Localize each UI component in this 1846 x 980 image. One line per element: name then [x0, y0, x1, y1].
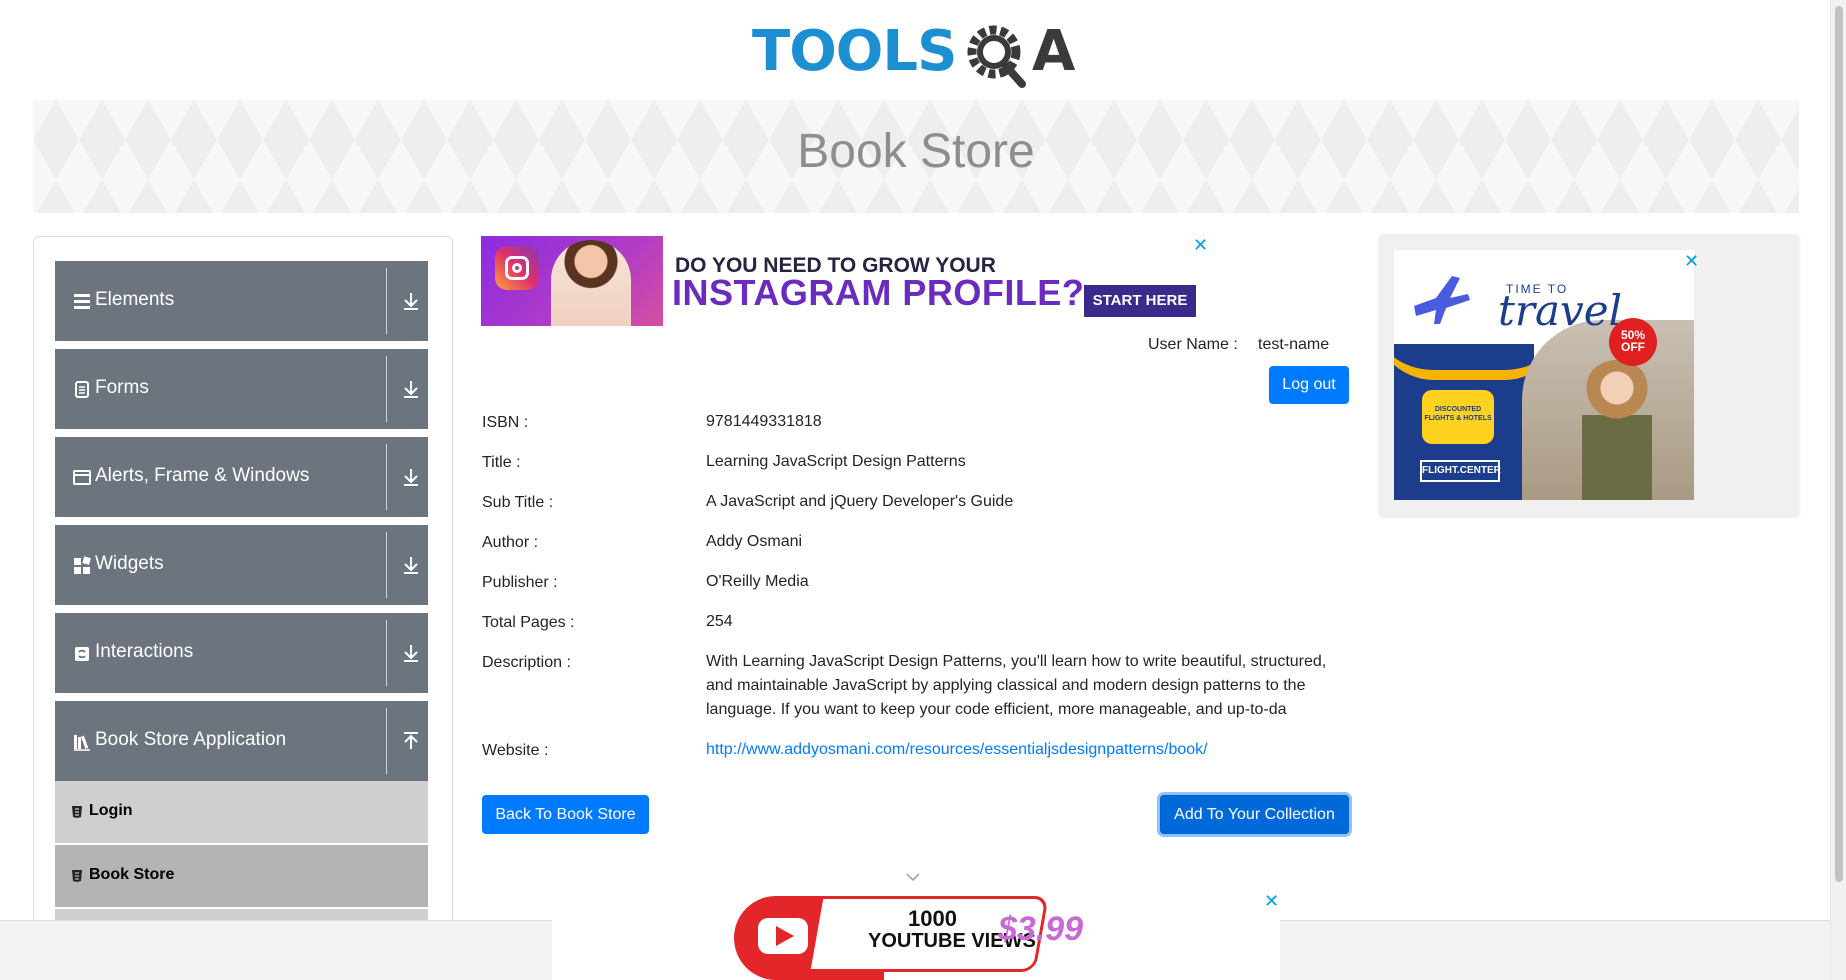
- download-arrow-icon: [404, 381, 418, 398]
- hamburger-icon: [74, 294, 90, 309]
- download-arrow-icon: [404, 293, 418, 310]
- username-label: User Name :: [1148, 336, 1238, 353]
- airplane-icon: [1414, 276, 1470, 324]
- menu-group-interactions[interactable]: Interactions: [55, 613, 428, 693]
- close-icon[interactable]: ✕: [1684, 252, 1699, 270]
- youtube-views-ad[interactable]: 1000 YOUTUBE VIEWS $3.99 ✕: [552, 888, 1280, 980]
- ad-travel: travel: [1498, 286, 1623, 335]
- vertical-scrollbar[interactable]: [1830, 0, 1846, 980]
- menu-group-label: Interactions: [95, 641, 194, 662]
- interactions-icon: [75, 647, 89, 661]
- instagram-icon: [495, 246, 539, 290]
- divider: [386, 444, 387, 510]
- menu-group-widgets[interactable]: Widgets: [55, 525, 428, 605]
- menu-group-elements[interactable]: Elements: [55, 261, 428, 341]
- sub-item-label: Login: [89, 802, 133, 819]
- books-icon: [74, 735, 90, 751]
- divider: [386, 356, 387, 422]
- ad-cta-button[interactable]: START HERE: [1084, 285, 1196, 317]
- logo-letter-a: A: [1032, 19, 1076, 84]
- divider: [386, 268, 387, 334]
- ad-views-count: 1000: [908, 906, 957, 931]
- menu-group-label: Elements: [95, 289, 175, 310]
- ad-photo: [1522, 320, 1694, 500]
- subtitle-label: Sub Title :: [482, 494, 554, 511]
- page-title: Book Store: [797, 125, 1035, 178]
- html5-icon: [72, 806, 82, 818]
- chevron-down-icon[interactable]: [906, 872, 920, 882]
- isbn-value: 9781449331818: [706, 413, 822, 430]
- subtitle-value: A JavaScript and jQuery Developer's Guid…: [706, 493, 1014, 510]
- gear-magnifier-icon: [967, 25, 1026, 88]
- divider: [386, 708, 387, 774]
- menu-group-label: Widgets: [95, 553, 164, 574]
- add-to-collection-button[interactable]: Add To Your Collection: [1160, 795, 1349, 834]
- divider: [386, 532, 387, 598]
- publisher-label: Publisher :: [482, 574, 558, 591]
- menu-group-label: Alerts, Frame & Windows: [95, 465, 310, 486]
- logo-text: TOOLS: [752, 19, 957, 84]
- document-icon: [75, 381, 89, 398]
- back-to-book-store-button[interactable]: Back To Book Store: [482, 795, 649, 834]
- ad-creative: TIME TO travel 50% OFF DISCOUNTED FLIGHT…: [1394, 250, 1694, 500]
- ad-traveler-image: [1582, 360, 1652, 500]
- menu-group-forms[interactable]: Forms: [55, 349, 428, 429]
- description-label: Description :: [482, 654, 571, 671]
- total-pages-value: 254: [706, 613, 733, 630]
- website-label: Website :: [482, 742, 549, 759]
- menu-group-book-store-application[interactable]: Book Store Application: [55, 701, 428, 781]
- ad-bubble: DISCOUNTED FLIGHTS & HOTELS: [1422, 390, 1494, 444]
- left-menu-panel: Elements Forms Alerts, Frame & Windows W…: [33, 236, 453, 980]
- title-value: Learning JavaScript Design Patterns: [706, 453, 966, 470]
- instagram-ad[interactable]: DO YOU NEED TO GROW YOUR INSTAGRAM PROFI…: [481, 236, 1210, 326]
- author-label: Author :: [482, 534, 539, 551]
- website-link[interactable]: http://www.addyosmani.com/resources/esse…: [706, 738, 1356, 762]
- ad-image: [481, 236, 663, 326]
- discount-badge: 50% OFF: [1609, 318, 1657, 366]
- close-icon[interactable]: ✕: [1264, 892, 1279, 910]
- title-label: Title :: [482, 454, 521, 471]
- toolsqa-logo[interactable]: TOOLS A: [752, 14, 1082, 90]
- page-banner: Book Store: [33, 100, 1799, 213]
- ad-brand: FLIGHT.CENTER: [1420, 460, 1501, 482]
- description-value: With Learning JavaScript Design Patterns…: [706, 653, 1327, 718]
- travel-ad[interactable]: TIME TO travel 50% OFF DISCOUNTED FLIGHT…: [1380, 236, 1798, 516]
- window-icon: [73, 470, 91, 485]
- ad-headline-large: INSTAGRAM PROFILE?: [672, 272, 1085, 313]
- download-arrow-icon: [404, 645, 418, 662]
- sub-item-login[interactable]: Login: [55, 781, 428, 843]
- download-arrow-icon: [404, 469, 418, 486]
- menu-group-alerts[interactable]: Alerts, Frame & Windows: [55, 437, 428, 517]
- scrollbar-thumb[interactable]: [1835, 6, 1843, 882]
- username-value: test-name: [1258, 336, 1330, 353]
- menu-group-label: Forms: [95, 377, 149, 398]
- sub-item-book-store[interactable]: Book Store: [55, 845, 428, 907]
- sub-item-label: Book Store: [89, 866, 175, 883]
- menu-group-label: Book Store Application: [95, 729, 287, 750]
- divider: [386, 620, 387, 686]
- upload-arrow-icon: [404, 732, 418, 749]
- close-icon[interactable]: ✕: [1193, 236, 1208, 254]
- publisher-value: O'Reilly Media: [706, 573, 809, 590]
- author-value: Addy Osmani: [706, 533, 803, 550]
- ad-model-image: [551, 240, 631, 326]
- total-pages-label: Total Pages :: [482, 614, 575, 631]
- html5-icon: [72, 870, 82, 882]
- ad-price: $3.99: [998, 910, 1084, 948]
- logout-button[interactable]: Log out: [1269, 366, 1349, 404]
- widgets-icon: [74, 556, 91, 574]
- play-icon: [776, 926, 794, 946]
- isbn-label: ISBN :: [482, 414, 529, 431]
- download-arrow-icon: [404, 557, 418, 574]
